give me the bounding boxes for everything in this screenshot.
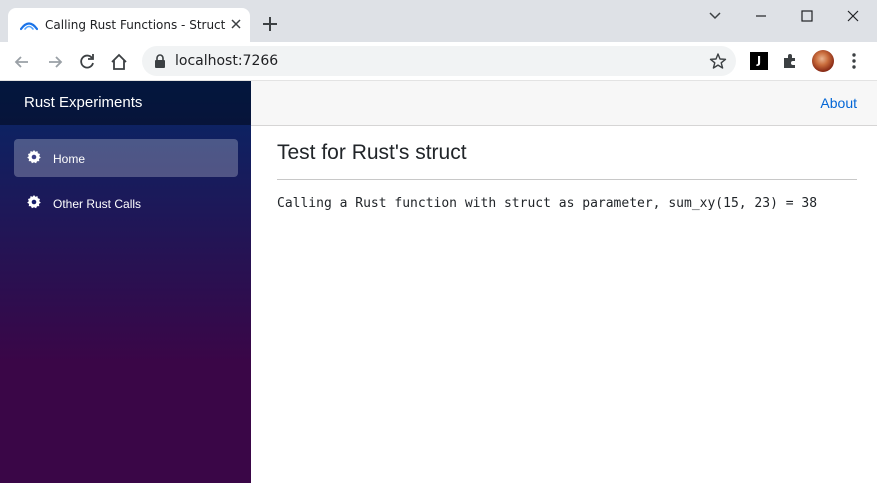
- gear-icon: [27, 195, 41, 209]
- close-tab-icon[interactable]: [228, 16, 244, 32]
- about-link[interactable]: About: [820, 95, 857, 111]
- top-row: About: [251, 81, 877, 126]
- title-divider: [277, 179, 857, 180]
- extensions-puzzle-icon[interactable]: [781, 52, 799, 70]
- sidebar: Rust Experiments Home Other Rust Calls: [0, 81, 251, 483]
- blazor-favicon-icon: [20, 22, 38, 31]
- close-window-icon[interactable]: [842, 6, 864, 26]
- main-content: About Test for Rust's struct Calling a R…: [251, 81, 877, 483]
- app-brand[interactable]: Rust Experiments: [24, 94, 142, 111]
- extension-j-icon[interactable]: J: [750, 52, 768, 70]
- address-bar[interactable]: localhost:7266: [142, 46, 736, 76]
- brand-bar: Rust Experiments: [0, 81, 251, 125]
- more-menu-icon[interactable]: [846, 52, 862, 70]
- tab-title: Calling Rust Functions - Struct: [45, 18, 226, 32]
- back-arrow-icon[interactable]: [12, 52, 32, 72]
- sidebar-item-home[interactable]: Home: [14, 139, 238, 177]
- home-icon[interactable]: [109, 52, 129, 72]
- browser-tab-strip: Calling Rust Functions - Struct: [0, 0, 877, 42]
- new-tab-plus-icon[interactable]: [261, 15, 279, 33]
- browser-tab[interactable]: Calling Rust Functions - Struct: [8, 8, 250, 42]
- forward-arrow-icon[interactable]: [45, 52, 65, 72]
- gear-icon: [27, 150, 41, 164]
- sidebar-item-label: Home: [53, 152, 86, 166]
- result-text: Calling a Rust function with struct as p…: [277, 196, 818, 211]
- profile-avatar[interactable]: [812, 50, 834, 72]
- page-title: Test for Rust's struct: [277, 141, 467, 164]
- tab-search-chevron-icon[interactable]: [704, 6, 726, 26]
- url-text[interactable]: localhost:7266: [175, 53, 278, 69]
- lock-icon[interactable]: [154, 54, 166, 68]
- reload-icon[interactable]: [77, 52, 97, 72]
- bookmark-star-icon[interactable]: [709, 52, 727, 70]
- sidebar-item-label: Other Rust Calls: [53, 197, 142, 211]
- maximize-icon[interactable]: [796, 6, 818, 26]
- sidebar-item-other-rust-calls[interactable]: Other Rust Calls: [14, 184, 238, 222]
- minimize-icon[interactable]: [750, 6, 772, 26]
- browser-toolbar: localhost:7266 J: [0, 42, 877, 81]
